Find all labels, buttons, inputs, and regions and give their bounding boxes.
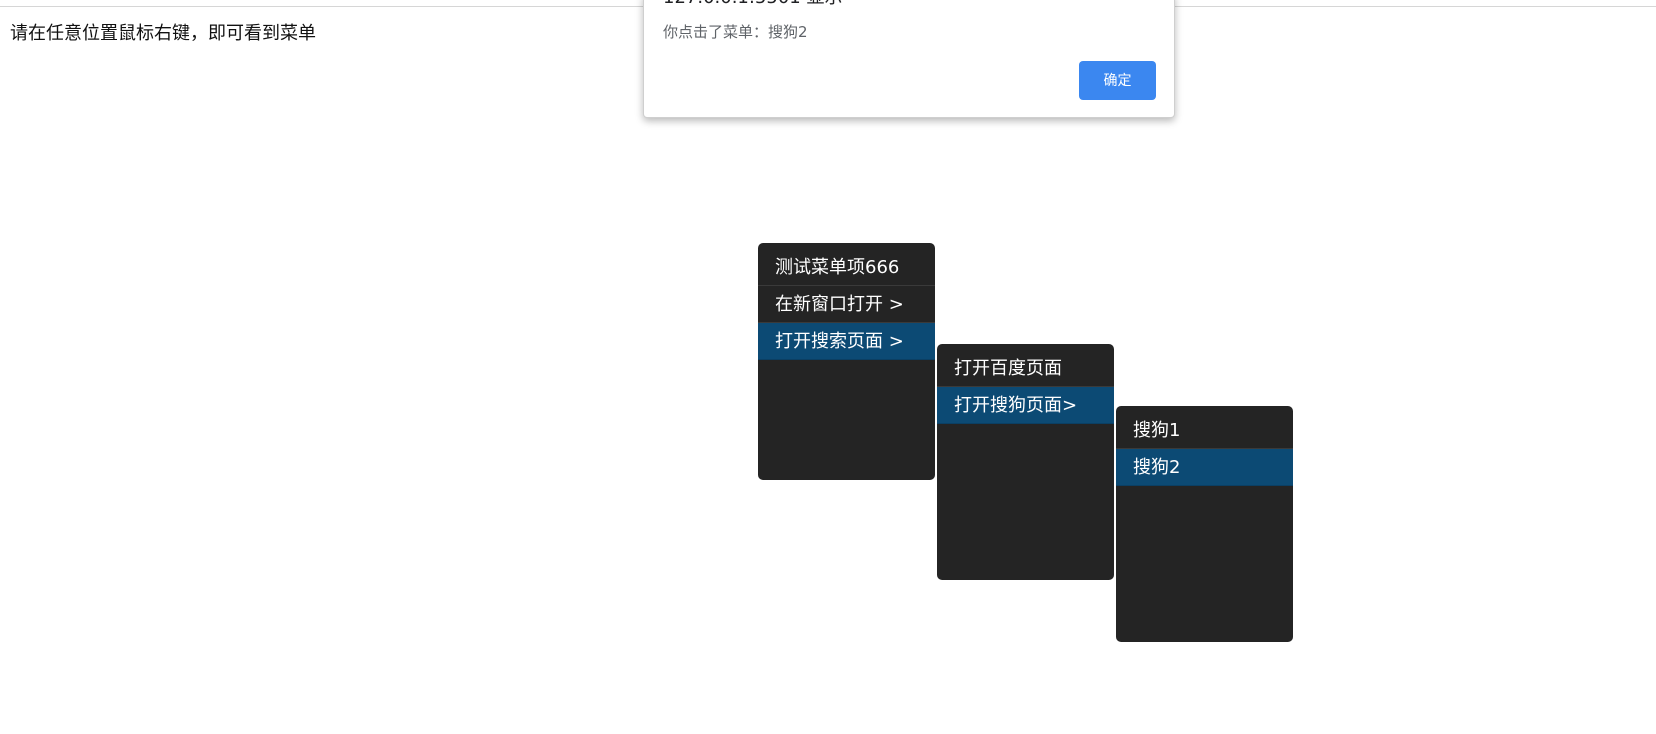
menu-item-open-new-window[interactable]: 在新窗口打开 >	[758, 286, 935, 323]
menu-item-open-sogou[interactable]: 打开搜狗页面>	[937, 387, 1114, 424]
alert-dialog: 127.0.0.1:5501 显示 你点击了菜单：搜狗2 确定	[643, 0, 1175, 118]
ok-button[interactable]: 确定	[1079, 61, 1156, 100]
menu-item-test[interactable]: 测试菜单项666	[758, 243, 935, 286]
dialog-title: 127.0.0.1:5501 显示	[663, 0, 842, 9]
submenu-search: 打开百度页面 打开搜狗页面>	[937, 344, 1114, 580]
menu-item-sogou-1[interactable]: 搜狗1	[1116, 406, 1293, 449]
submenu-sogou: 搜狗1 搜狗2	[1116, 406, 1293, 642]
dialog-message: 你点击了菜单：搜狗2	[663, 23, 808, 41]
instruction-text: 请在任意位置鼠标右键，即可看到菜单	[10, 23, 316, 44]
context-menu: 测试菜单项666 在新窗口打开 > 打开搜索页面 >	[758, 243, 935, 480]
menu-item-open-search[interactable]: 打开搜索页面 >	[758, 323, 935, 360]
menu-item-sogou-2[interactable]: 搜狗2	[1116, 449, 1293, 486]
menu-item-open-baidu[interactable]: 打开百度页面	[937, 344, 1114, 387]
